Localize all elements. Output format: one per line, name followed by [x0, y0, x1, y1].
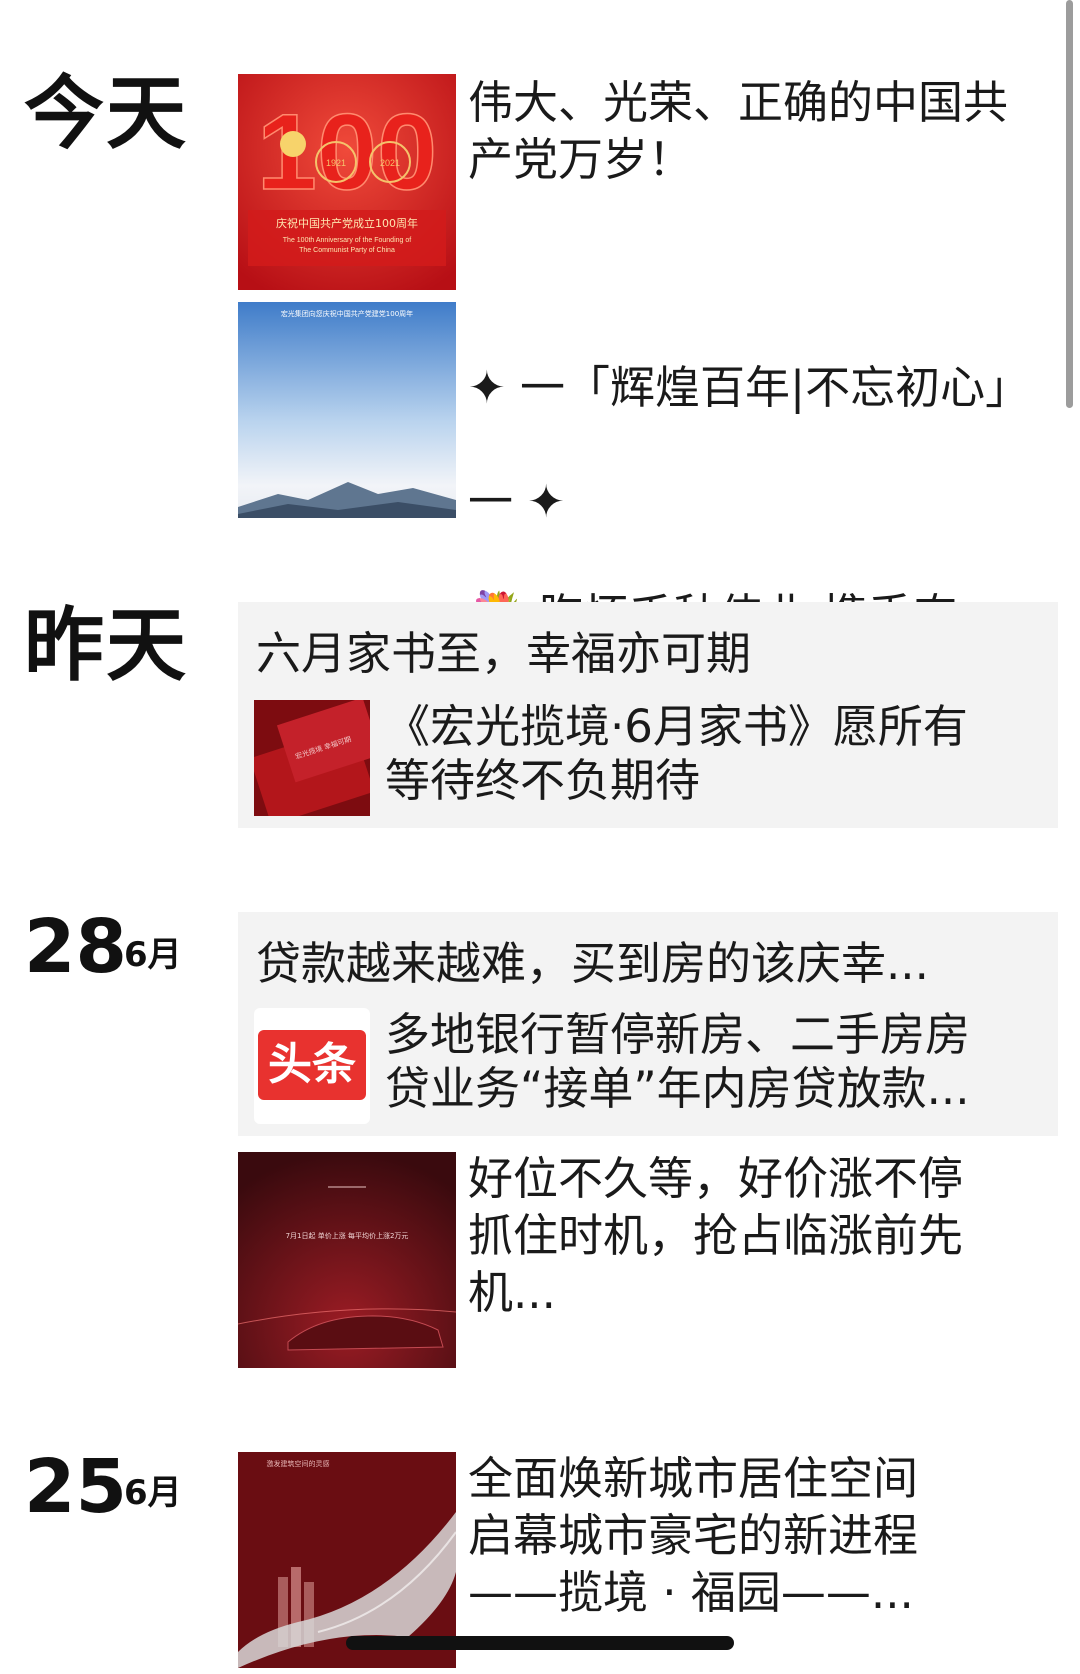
date-label-today: 今天 — [24, 67, 188, 160]
share-card-thumbnail: 宏光揽境 幸福可期 — [254, 700, 370, 816]
moments-album-page: 今天 100 1921 2021 庆祝中国共产党成立100周年 The 100t… — [0, 0, 1080, 1674]
svg-text:宏光集团向您庆祝中国共产党建党100周年: 宏光集团向您庆祝中国共产党建党100周年 — [281, 309, 413, 318]
post-line-1: ✦ 一「辉煌百年|不忘初心」 — [468, 361, 1031, 414]
date-label-yesterday: 昨天 — [24, 599, 188, 692]
share-card-description: 多地银行暂停新房、二手房房 贷业务“接单”年内房贷放款... — [385, 1008, 971, 1115]
red-envelope-image: 宏光揽境 幸福可期 — [254, 700, 370, 816]
post-thumbnail-haowei[interactable]: 7月1日起 单价上涨 每平均价上涨2万元 — [238, 1152, 456, 1368]
scrollbar[interactable] — [1066, 0, 1073, 408]
toutiao-logo-text: 头条 — [268, 1039, 356, 1090]
svg-text:7月1日起 单价上涨 每平均价上涨2万元: 7月1日起 单价上涨 每平均价上涨2万元 — [286, 1231, 409, 1240]
date-month-28: 6月 — [124, 935, 182, 975]
shared-article-card-daikuan[interactable]: 贷款越来越难，买到房的该庆幸... 头条 多地银行暂停新房、二手房房 贷业务“接… — [238, 912, 1058, 1136]
svg-text:激发建筑空间的灵感: 激发建筑空间的灵感 — [267, 1459, 330, 1468]
svg-text:The 100th Anniversary of the F: The 100th Anniversary of the Founding of — [283, 237, 411, 244]
toutiao-app-icon: 头条 — [254, 1008, 370, 1124]
post-text-party-100[interactable]: 伟大、光荣、正确的中国共 产党万岁！ — [468, 74, 1048, 188]
svg-text:2021: 2021 — [380, 158, 400, 168]
date-month-25: 6月 — [124, 1473, 182, 1513]
post-line-2: 一 ✦ — [468, 475, 566, 528]
post-thumbnail-party-100[interactable]: 100 1921 2021 庆祝中国共产党成立100周年 The 100th A… — [238, 74, 456, 290]
svg-text:The Communist Party of China: The Communist Party of China — [299, 247, 395, 254]
home-indicator[interactable] — [346, 1636, 734, 1650]
share-card-title: 六月家书至，幸福亦可期 — [256, 627, 752, 680]
svg-text:庆祝中国共产党成立100周年: 庆祝中国共产党成立100周年 — [276, 216, 418, 230]
share-card-description: 《宏光揽境·6月家书》愿所有 等待终不负期待 — [385, 700, 968, 807]
red-car-poster-image: 7月1日起 单价上涨 每平均价上涨2万元 — [238, 1152, 456, 1368]
party-100-poster-image: 100 1921 2021 庆祝中国共产党成立100周年 The 100th A… — [238, 74, 456, 290]
svg-text:1921: 1921 — [326, 158, 346, 168]
post-text-haowei[interactable]: 好位不久等，好价涨不停 抓住时机，抢占临涨前先 机... — [468, 1150, 1048, 1321]
post-text-huanxin[interactable]: 全面焕新城市居住空间 启幕城市豪宅的新进程 ——揽境 · 福园——... — [468, 1450, 1048, 1621]
share-card-title: 贷款越来越难，买到房的该庆幸... — [256, 937, 929, 990]
date-day-28: 28 — [24, 904, 127, 990]
post-thumbnail-huihuang[interactable]: 宏光集团向您庆祝中国共产党建党100周年 — [238, 302, 456, 518]
shared-article-card-jiashu[interactable]: 六月家书至，幸福亦可期 宏光揽境 幸福可期 《宏光揽境·6月家书》愿所有 等待终… — [238, 602, 1058, 828]
date-day-25: 25 — [24, 1444, 127, 1530]
sky-clouds-image: 宏光集团向您庆祝中国共产党建党100周年 — [238, 302, 456, 518]
